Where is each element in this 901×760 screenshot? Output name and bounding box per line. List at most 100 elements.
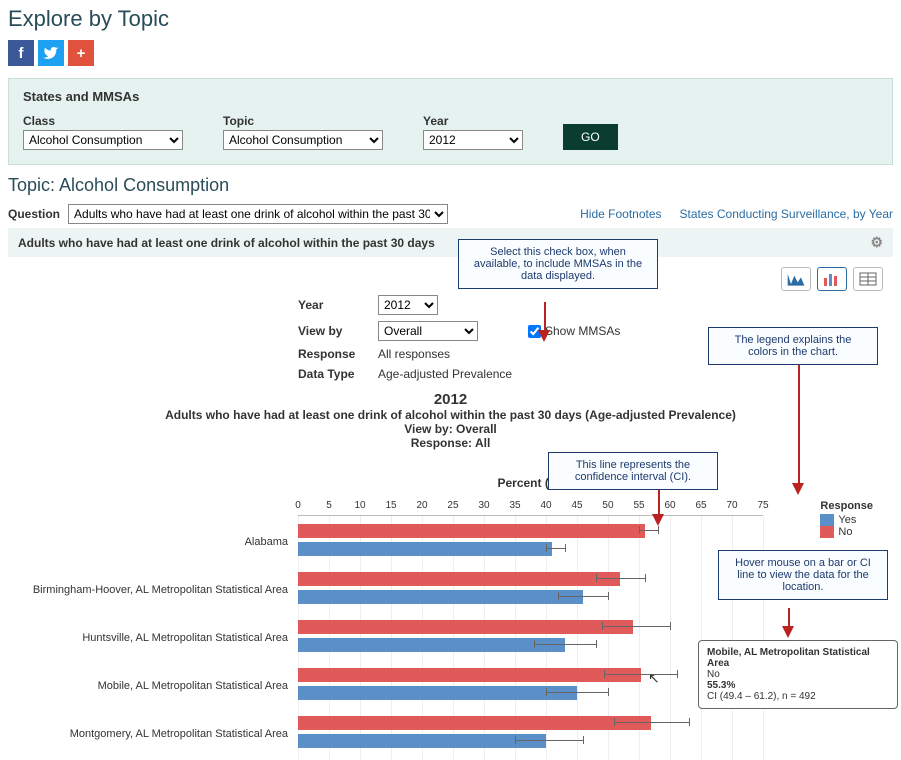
x-tick: 75 [757,500,768,511]
question-label: Question [8,207,60,221]
cursor-icon: ↖ [648,670,660,687]
x-tick: 45 [571,500,582,511]
inner-datatype-label: Data Type [298,367,378,381]
bar-yes[interactable] [298,638,565,652]
topic-title: Topic: Alcohol Consumption [8,175,893,196]
chart-header-bar: Adults who have had at least one drink o… [8,228,893,257]
chart-year: 2012 [18,391,883,408]
x-tick: 30 [478,500,489,511]
x-tick: 50 [602,500,613,511]
share-row: f + [8,40,893,66]
chart-row: Alabama [298,520,763,564]
chart-legend: Response Yes No [820,500,873,538]
chart-response: Response: All [18,436,883,450]
ci-line[interactable] [534,644,596,645]
ci-line[interactable] [602,626,670,627]
x-tick: 60 [664,500,675,511]
x-tick: 20 [416,500,427,511]
x-tick: 40 [540,500,551,511]
chart-row: Mobile, AL Metropolitan Statistical Area [298,664,763,708]
x-tick: 10 [354,500,365,511]
ci-line[interactable] [639,530,658,531]
ci-line[interactable] [546,548,565,549]
bar-no[interactable] [298,716,651,730]
legend-no: No [838,526,852,538]
states-surveillance-link[interactable]: States Conducting Surveillance, by Year [680,207,893,221]
map-view-button[interactable] [781,267,811,291]
callout-mmsa: Select this check box, when available, t… [458,239,658,289]
chart-tooltip: Mobile, AL Metropolitan Statistical Area… [698,640,898,709]
x-tick: 25 [447,500,458,511]
tooltip-value: 55.3% [707,680,889,691]
filter-panel: States and MMSAs Class Alcohol Consumpti… [8,78,893,165]
x-tick: 55 [633,500,644,511]
bar-no[interactable] [298,572,620,586]
bar-yes[interactable] [298,542,552,556]
legend-title: Response [820,500,873,512]
bar-no[interactable] [298,668,641,682]
hide-footnotes-link[interactable]: Hide Footnotes [580,207,661,221]
go-button[interactable]: GO [563,124,618,150]
chart-row: Montgomery, AL Metropolitan Statistical … [298,712,763,756]
bar-yes[interactable] [298,734,546,748]
ci-line[interactable] [546,692,608,693]
facebook-share-button[interactable]: f [8,40,34,66]
bar-no[interactable] [298,524,645,538]
class-select[interactable]: Alcohol Consumption [23,130,183,150]
gear-icon[interactable]: ⚙ [870,234,883,251]
class-label: Class [23,114,183,128]
bar-yes[interactable] [298,686,577,700]
tooltip-location: Mobile, AL Metropolitan Statistical Area [707,647,889,669]
table-view-button[interactable] [853,267,883,291]
twitter-share-button[interactable] [38,40,64,66]
inner-datatype-value: Age-adjusted Prevalence [378,367,512,381]
bar-no[interactable] [298,620,633,634]
ci-line[interactable] [614,722,688,723]
filter-panel-title: States and MMSAs [23,89,878,104]
category-label: Alabama [18,536,288,548]
callout-ci: This line represents the confidence inte… [548,452,718,490]
inner-response-value: All responses [378,347,450,361]
chart-plot: 051015202530354045505560657075 AlabamaBi… [298,500,763,760]
tooltip-response: No [707,669,889,680]
inner-year-label: Year [298,298,378,312]
x-tick: 70 [726,500,737,511]
inner-year-select[interactable]: 2012 [378,295,438,315]
category-label: Birmingham-Hoover, AL Metropolitan Stati… [18,584,288,596]
chart-panel: Select this check box, when available, t… [8,257,893,760]
inner-viewby-label: View by [298,324,378,338]
ci-line[interactable] [604,674,677,675]
legend-yes: Yes [838,514,856,526]
inner-response-label: Response [298,347,378,361]
year-select[interactable]: 2012 [423,130,523,150]
inner-viewby-select[interactable]: Overall [378,321,478,341]
chart-view-button[interactable] [817,267,847,291]
category-label: Montgomery, AL Metropolitan Statistical … [18,728,288,740]
view-toolbar [781,267,883,291]
category-label: Huntsville, AL Metropolitan Statistical … [18,632,288,644]
tooltip-ci: CI (49.4 – 61.2), n = 492 [707,691,889,702]
chart-viewby: View by: Overall [18,422,883,436]
page-title: Explore by Topic [8,6,893,32]
ci-line[interactable] [558,596,608,597]
addthis-share-button[interactable]: + [68,40,94,66]
show-mmsas-label: Show MMSAs [545,324,620,338]
ci-line[interactable] [596,578,646,579]
x-tick: 15 [385,500,396,511]
topic-label: Topic [223,114,383,128]
x-tick: 0 [295,500,301,511]
chart-title-block: 2012 Adults who have had at least one dr… [18,391,883,450]
x-tick: 65 [695,500,706,511]
chart-row: Huntsville, AL Metropolitan Statistical … [298,616,763,660]
year-label: Year [423,114,523,128]
topic-select[interactable]: Alcohol Consumption [223,130,383,150]
callout-hover: Hover mouse on a bar or CI line to view … [718,550,888,600]
question-select[interactable]: Adults who have had at least one drink o… [68,204,448,224]
category-label: Mobile, AL Metropolitan Statistical Area [18,680,288,692]
chart-header-text: Adults who have had at least one drink o… [18,236,435,250]
bar-yes[interactable] [298,590,583,604]
x-tick: 35 [509,500,520,511]
chart-title: Adults who have had at least one drink o… [18,408,883,422]
ci-line[interactable] [515,740,583,741]
x-tick: 5 [326,500,332,511]
